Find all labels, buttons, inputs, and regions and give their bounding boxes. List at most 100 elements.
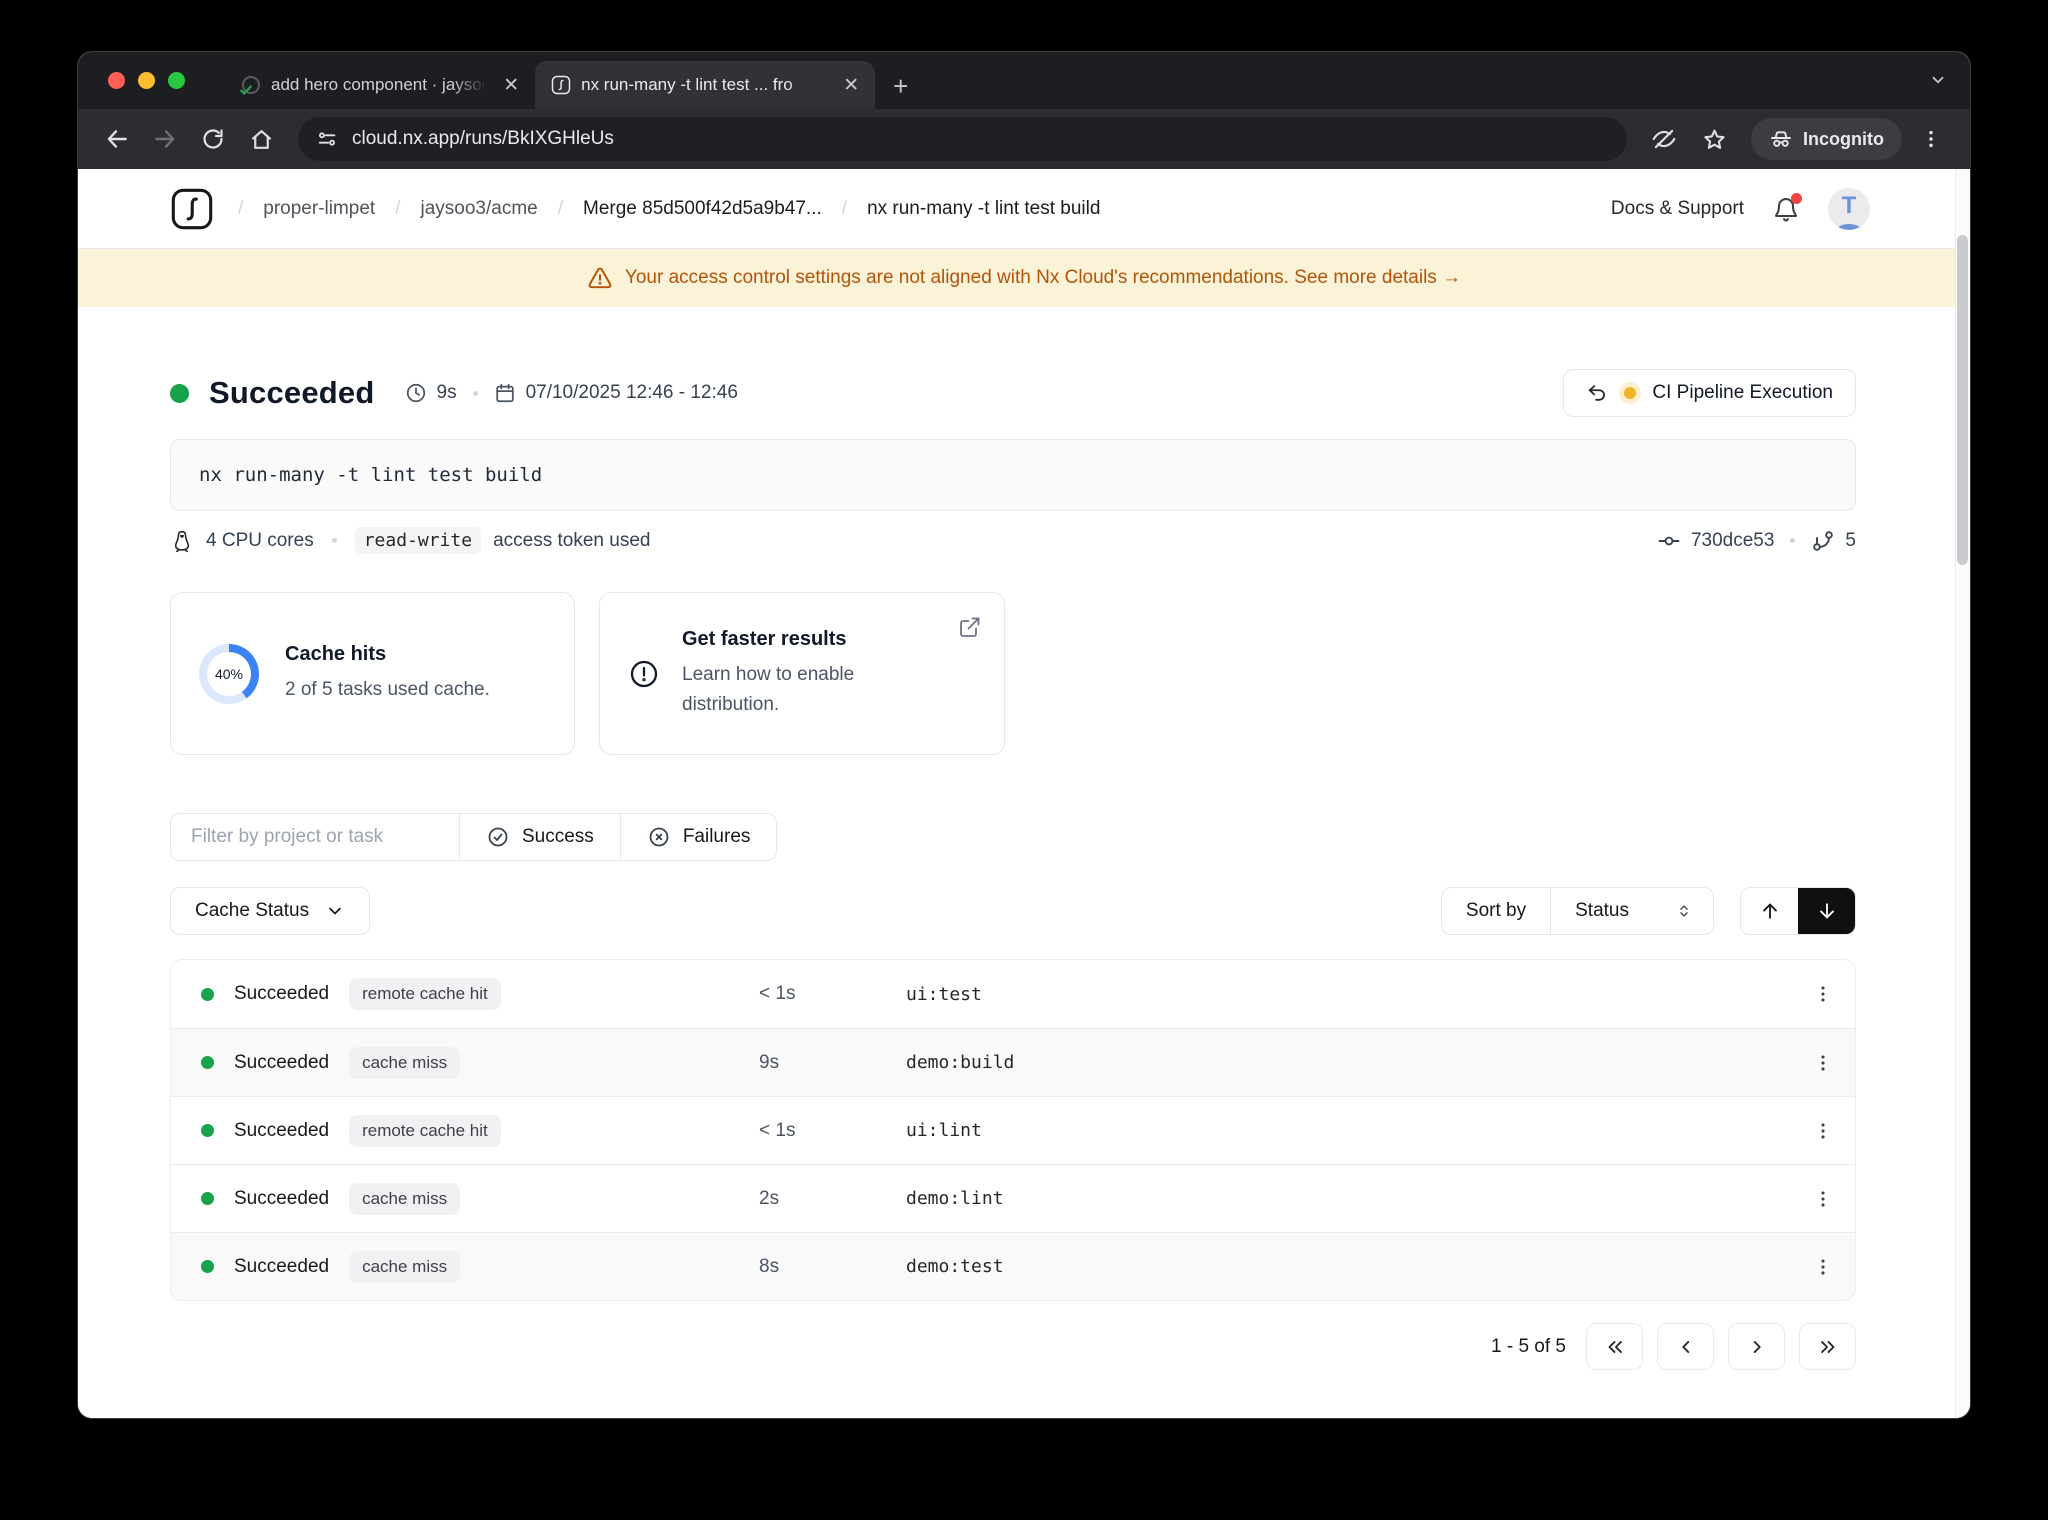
separator-dot bbox=[472, 390, 478, 396]
chevrons-right-icon bbox=[1820, 1340, 1834, 1353]
task-filter-input[interactable] bbox=[171, 814, 459, 860]
chevron-right-icon bbox=[1753, 1340, 1761, 1353]
breadcrumb-workspace[interactable]: proper-limpet bbox=[263, 198, 375, 220]
new-tab-button[interactable]: + bbox=[893, 73, 908, 99]
chevrons-left-icon bbox=[1608, 1340, 1622, 1353]
tab-search-button[interactable] bbox=[1922, 66, 1954, 94]
warning-icon bbox=[588, 267, 612, 289]
docs-support-link[interactable]: Docs & Support bbox=[1611, 198, 1744, 220]
sort-ascending-button[interactable] bbox=[1741, 888, 1798, 934]
cache-hits-subtitle: 2 of 5 tasks used cache. bbox=[285, 678, 490, 700]
avatar-initial: T bbox=[1841, 191, 1857, 219]
tab-close-icon[interactable]: ✕ bbox=[841, 74, 861, 97]
close-window-button[interactable] bbox=[108, 72, 125, 89]
cache-hits-title: Cache hits bbox=[285, 642, 387, 665]
external-link-icon[interactable] bbox=[958, 615, 982, 639]
access-control-banner[interactable]: Your access control settings are not ali… bbox=[78, 249, 1970, 307]
access-token-badge: read-write bbox=[354, 527, 482, 554]
password-eye-off-icon[interactable] bbox=[1643, 118, 1685, 160]
row-menu-button[interactable] bbox=[1791, 1256, 1855, 1278]
separator-dot bbox=[1790, 538, 1796, 543]
kebab-menu-icon bbox=[1821, 1190, 1825, 1207]
nx-cloud-logo-icon[interactable] bbox=[170, 187, 214, 231]
incognito-badge[interactable]: Incognito bbox=[1751, 118, 1902, 160]
back-button[interactable] bbox=[96, 118, 138, 160]
task-status: Succeeded bbox=[234, 983, 330, 1004]
get-faster-results-card[interactable]: Get faster results Learn how to enable d… bbox=[599, 592, 1005, 755]
row-menu-button[interactable] bbox=[1791, 1188, 1855, 1210]
run-daterange: 07/10/2025 12:46 - 12:46 bbox=[525, 382, 738, 403]
forward-button[interactable] bbox=[144, 118, 186, 160]
row-menu-button[interactable] bbox=[1791, 983, 1855, 1005]
chevron-down-icon bbox=[329, 907, 341, 915]
tab-strip: add hero component · jaysoo ✕ nx run-man… bbox=[78, 52, 1970, 109]
user-avatar[interactable]: T bbox=[1828, 187, 1870, 230]
arrow-up-icon bbox=[1762, 903, 1777, 919]
pipeline-label: CI Pipeline Execution bbox=[1652, 382, 1833, 403]
table-row[interactable]: Succeeded remote cache hit < 1s ui:lint bbox=[171, 1096, 1855, 1164]
task-status: Succeeded bbox=[234, 1255, 330, 1277]
task-name[interactable]: ui:test bbox=[906, 984, 1791, 1005]
tab-nx-run[interactable]: nx run-many -t lint test ... fro ✕ bbox=[535, 61, 876, 109]
branch-icon bbox=[1813, 530, 1834, 551]
task-name[interactable]: demo:build bbox=[906, 1052, 1791, 1073]
browser-window: add hero component · jaysoo ✕ nx run-man… bbox=[78, 52, 1970, 1418]
pagination: 1 - 5 of 5 bbox=[170, 1323, 1856, 1370]
previous-page-button[interactable] bbox=[1657, 1323, 1714, 1370]
filter-failures-button[interactable]: Failures bbox=[619, 814, 777, 860]
minimize-window-button[interactable] bbox=[138, 72, 155, 89]
filter-failures-label: Failures bbox=[682, 826, 751, 847]
faster-results-subtitle: Learn how to enable distribution. bbox=[682, 664, 855, 715]
filter-success-button[interactable]: Success bbox=[459, 814, 620, 860]
calendar-icon bbox=[495, 383, 514, 403]
notifications-button[interactable] bbox=[1772, 192, 1802, 223]
chevron-left-icon bbox=[1681, 1340, 1689, 1353]
cache-status-badge: cache miss bbox=[349, 1250, 461, 1283]
breadcrumb-cipe[interactable]: Merge 85d500f42d5a9b47... bbox=[583, 198, 822, 220]
last-page-button[interactable] bbox=[1799, 1323, 1856, 1370]
branch-count[interactable]: 5 bbox=[1845, 530, 1856, 552]
task-name[interactable]: demo:lint bbox=[906, 1188, 1791, 1209]
table-row[interactable]: Succeeded cache miss 8s demo:test bbox=[171, 1232, 1855, 1300]
site-settings-icon[interactable] bbox=[316, 128, 338, 150]
tab-close-icon[interactable]: ✕ bbox=[501, 74, 521, 97]
breadcrumb-repo[interactable]: jaysoo3/acme bbox=[421, 198, 538, 220]
app-header: / proper-limpet / jaysoo3/acme / Merge 8… bbox=[78, 169, 1970, 249]
task-status-dot bbox=[201, 1192, 214, 1205]
cache-hits-card: 40% Cache hits 2 of 5 tasks used cache. bbox=[170, 592, 575, 755]
url-text[interactable]: cloud.nx.app/runs/BkIXGHleUs bbox=[352, 128, 614, 150]
incognito-label: Incognito bbox=[1803, 128, 1884, 149]
scrollbar-thumb[interactable] bbox=[1957, 235, 1968, 565]
kebab-menu-icon bbox=[1821, 1122, 1825, 1139]
bookmark-star-icon[interactable] bbox=[1693, 118, 1735, 160]
task-name[interactable]: demo:test bbox=[906, 1256, 1791, 1277]
breadcrumb-separator: / bbox=[841, 197, 848, 219]
url-bar[interactable]: cloud.nx.app/runs/BkIXGHleUs bbox=[298, 117, 1628, 161]
table-row[interactable]: Succeeded remote cache hit < 1s ui:test bbox=[171, 960, 1855, 1028]
task-duration: < 1s bbox=[759, 1119, 796, 1141]
banner-message[interactable]: Your access control settings are not ali… bbox=[625, 267, 1461, 289]
zoom-window-button[interactable] bbox=[168, 72, 185, 89]
sort-descending-button[interactable] bbox=[1798, 888, 1855, 934]
first-page-button[interactable] bbox=[1586, 1323, 1643, 1370]
table-row[interactable]: Succeeded cache miss 2s demo:lint bbox=[171, 1164, 1855, 1232]
kebab-menu-icon bbox=[1821, 1258, 1825, 1275]
breadcrumb-separator: / bbox=[557, 197, 564, 219]
tab-add-hero-component[interactable]: add hero component · jaysoo ✕ bbox=[225, 61, 535, 109]
reload-button[interactable] bbox=[192, 118, 234, 160]
sort-field-select[interactable]: Status bbox=[1550, 888, 1713, 934]
cache-status-dropdown[interactable]: Cache Status bbox=[170, 887, 371, 935]
next-page-button[interactable] bbox=[1728, 1323, 1785, 1370]
clock-icon bbox=[406, 383, 425, 403]
row-menu-button[interactable] bbox=[1791, 1052, 1855, 1074]
task-name[interactable]: ui:lint bbox=[906, 1120, 1791, 1141]
ci-pipeline-execution-button[interactable]: CI Pipeline Execution bbox=[1563, 369, 1856, 417]
page-scrollbar[interactable] bbox=[1955, 169, 1970, 1418]
row-menu-button[interactable] bbox=[1791, 1120, 1855, 1142]
traffic-lights bbox=[108, 52, 185, 109]
commit-sha[interactable]: 730dce53 bbox=[1691, 530, 1774, 552]
home-button[interactable] bbox=[240, 118, 282, 160]
table-row[interactable]: Succeeded cache miss 9s demo:build bbox=[171, 1028, 1855, 1096]
browser-menu-icon[interactable] bbox=[1910, 118, 1952, 160]
linux-penguin-icon bbox=[174, 530, 190, 552]
